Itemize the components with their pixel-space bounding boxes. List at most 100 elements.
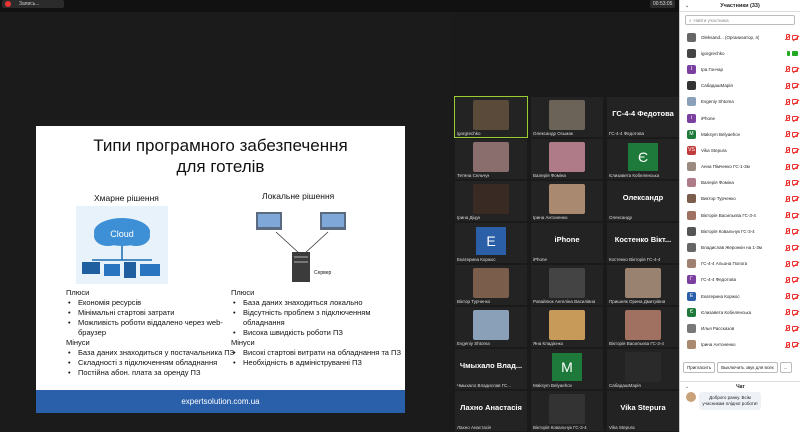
video-tile[interactable]: Яна Кладієнко — [531, 307, 603, 347]
avatar — [687, 162, 696, 172]
slide-title-line1: Типи програмного забезпечення — [93, 136, 348, 155]
video-tile[interactable]: Е Екатерина Коржос — [455, 223, 527, 263]
microphone-muted-icon — [784, 244, 790, 251]
more-options-button[interactable]: ... — [779, 362, 792, 373]
tile-name-label: Екатерина Коржос — [457, 257, 496, 262]
microphone-muted-icon — [784, 325, 790, 332]
microphone-muted-icon — [784, 195, 790, 202]
participant-row[interactable]: Виктор Турченко — [680, 191, 800, 207]
server-label: Сервер — [314, 270, 332, 276]
video-tile[interactable]: Костенко Вікт... Костенко Вікторія ГС-4-4 — [607, 223, 679, 263]
video-tile[interactable]: Vika Stepura Vika Stepura — [607, 391, 679, 431]
video-tile[interactable]: M Maksym Belyaehov — [531, 349, 603, 389]
video-feed — [625, 310, 661, 340]
tile-name-label: Вікторія Васильєва ГС-3-4 — [609, 341, 664, 346]
chat-header: ⌄ Чат — [680, 381, 800, 391]
participant-row[interactable]: M Maksym Belyaehov — [680, 126, 800, 142]
participant-row[interactable]: ГС-4-4 Альона Попога — [680, 256, 800, 272]
tile-name-label: Валерія Фоміна — [533, 173, 566, 178]
avatar — [687, 243, 696, 253]
participant-row[interactable]: Вікторія Васильєва ГС-3-4 — [680, 207, 800, 223]
participant-row[interactable]: i iPhone — [680, 110, 800, 126]
video-tile[interactable]: Олександр Осьмак — [531, 97, 603, 137]
recording-indicator[interactable]: Запись... — [2, 0, 64, 8]
video-off-icon — [792, 342, 798, 348]
avatar — [687, 32, 696, 42]
participant-row[interactable]: СабадашМарія — [680, 78, 800, 94]
participant-row[interactable]: Е Екатерина Коржос — [680, 288, 800, 304]
video-tile[interactable]: iPhone iPhone — [531, 223, 603, 263]
participants-title: Участники (33) — [720, 2, 760, 9]
avatar: M — [687, 129, 696, 139]
video-tile[interactable]: Ірина Діцук — [455, 181, 527, 221]
chevron-down-icon[interactable]: ⌄ — [685, 3, 689, 9]
participant-list: Oleksand... (Организатор, я) igorgrechko І… — [680, 29, 800, 353]
video-tile[interactable]: igorgrechko — [454, 96, 528, 138]
participant-row[interactable]: Валерія Фоміна — [680, 175, 800, 191]
participant-row[interactable]: І Іра Гончар — [680, 61, 800, 77]
participant-name: Oleksand... (Организатор, я) — [701, 34, 760, 40]
meeting-timer: 00:53:05 — [650, 0, 676, 8]
participant-row[interactable]: Г ГС-4-4 Федотова — [680, 272, 800, 288]
video-off-icon — [792, 83, 798, 89]
avatar: Е — [687, 291, 696, 301]
video-tile[interactable]: Вікторія Васильєва ГС-3-4 — [607, 307, 679, 347]
avatar: Г — [687, 275, 696, 285]
video-tile[interactable]: Ровайлюк Ангеліна Василівна — [531, 265, 603, 305]
mute-all-button[interactable]: Выключить звук для всех — [717, 362, 778, 373]
participant-name: Ірина Антоненко — [701, 342, 736, 348]
video-tile[interactable]: ГС-4-4 Федотова ГС-4-4 Федотова — [607, 97, 679, 137]
microphone-muted-icon — [784, 179, 790, 186]
local-pro-item: Висока швидкість роботи ПЗ — [231, 328, 401, 338]
tile-name-label: Лахно Анастасія — [457, 425, 492, 430]
video-tile[interactable]: Олександр Олександр — [607, 181, 679, 221]
invite-button[interactable]: Пригласить — [683, 362, 716, 373]
chevron-down-icon[interactable]: ⌄ — [685, 382, 689, 392]
participant-row[interactable]: Ірина Антоненко — [680, 337, 800, 353]
video-tile[interactable]: Віктор Турченко — [455, 265, 527, 305]
tile-display-name: Олександр — [622, 193, 664, 202]
video-tile[interactable]: Валерія Фоміна — [531, 139, 603, 179]
participant-row[interactable]: igorgrechko — [680, 45, 800, 61]
video-tile[interactable]: Ірина Антоненко — [531, 181, 603, 221]
participant-row[interactable]: Oleksand... (Организатор, я) — [680, 29, 800, 45]
participant-row[interactable]: VS Vika Stepura — [680, 142, 800, 158]
microphone-muted-icon — [784, 260, 790, 267]
video-feed — [473, 268, 509, 298]
avatar — [687, 178, 696, 188]
participant-row[interactable]: Илья Рассказов — [680, 320, 800, 336]
cloud-con-item: Складності з підключенням обладнання — [66, 358, 236, 368]
slide-footer: expertsolution.com.ua — [36, 390, 405, 413]
participant-name: Maksym Belyaehov — [701, 131, 741, 137]
participants-panel: ⌄ Участники (33) ⌕ Найти участника Oleks… — [679, 0, 800, 432]
local-pros-title: Плюси — [231, 288, 255, 297]
record-dot-icon — [5, 1, 11, 7]
tile-name-label: Вікторія Ковальчук ГС-3-4 — [533, 425, 587, 430]
video-tile[interactable]: СабадашМарія — [607, 349, 679, 389]
video-tile[interactable]: Вікторія Ковальчук ГС-3-4 — [531, 391, 603, 431]
participant-row[interactable]: Evgeniy Shtoma — [680, 94, 800, 110]
video-tile[interactable]: Пришняк Орина Дмитрівна — [607, 265, 679, 305]
chat-title: Чат — [736, 384, 745, 390]
participant-row[interactable]: Є Єлизавета Кобелянська — [680, 304, 800, 320]
video-tile[interactable]: Є Єлизавета Кобелянська — [607, 139, 679, 179]
participant-status-icons — [784, 34, 798, 41]
video-tile[interactable]: Evgeniy Shtoma — [455, 307, 527, 347]
participant-search-input[interactable]: ⌕ Найти участника — [685, 15, 795, 25]
participant-status-icons — [787, 50, 798, 56]
tile-name-label: igorgrechko — [457, 131, 481, 136]
video-tile[interactable]: Тетяна Сельчук — [455, 139, 527, 179]
video-feed — [549, 184, 585, 214]
cloud-pro-item: Економія ресурсів — [66, 298, 236, 308]
participant-row[interactable]: Анна Пімченко ГС-1-3м — [680, 159, 800, 175]
video-tile[interactable]: Чмыхало Влад... Чмыхало Владислав ГС... — [455, 349, 527, 389]
video-tile[interactable]: Лахно Анастасія Лахно Анастасія — [455, 391, 527, 431]
participant-name: Вікторія Ковальчук ГС-3-4 — [701, 228, 755, 234]
participant-row[interactable]: Вікторія Ковальчук ГС-3-4 — [680, 223, 800, 239]
participant-status-icons — [784, 115, 798, 122]
participant-name: Анна Пімченко ГС-1-3м — [701, 164, 750, 170]
slide-title-line2: для готелів — [176, 157, 265, 176]
microphone-muted-icon — [784, 228, 790, 235]
tile-name-label: Віктор Турченко — [457, 299, 491, 304]
participant-row[interactable]: Владислав Жеронкін на 1-3м — [680, 239, 800, 255]
